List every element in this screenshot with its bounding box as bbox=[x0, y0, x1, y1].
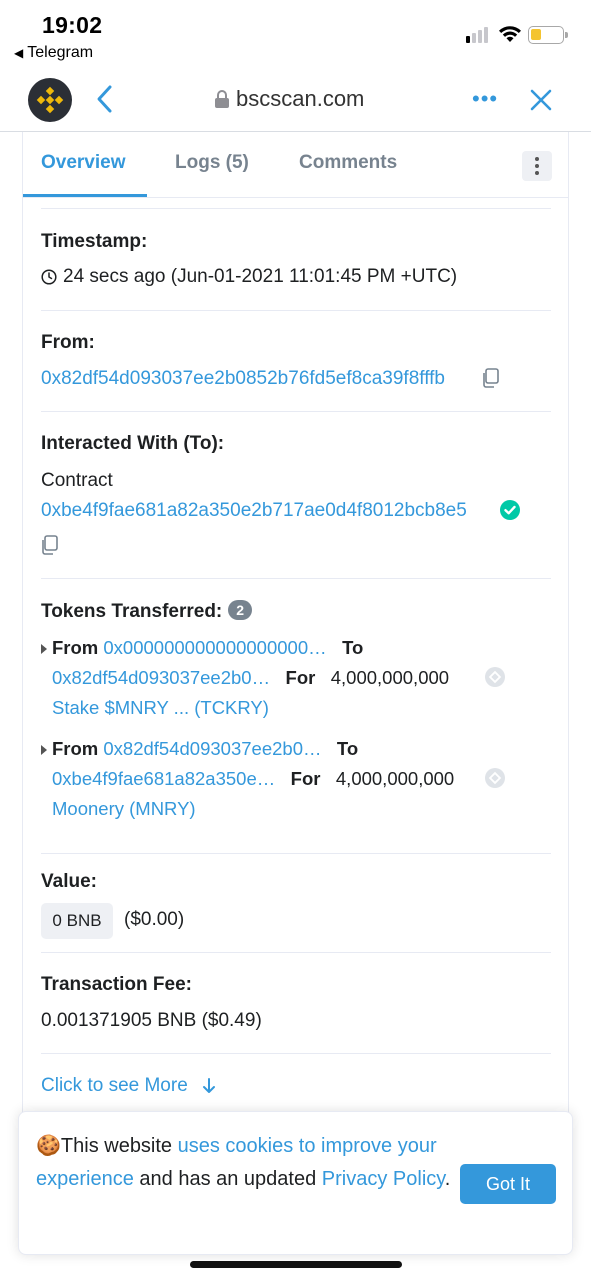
see-more-label: Click to see More bbox=[41, 1075, 188, 1096]
url-text: bscscan.com bbox=[236, 86, 365, 111]
copy-icon[interactable] bbox=[480, 367, 502, 389]
back-triangle-icon: ◀ bbox=[14, 46, 24, 60]
transaction-fee-value: 0.001371905 BNB ($0.49) bbox=[41, 1010, 262, 1031]
kebab-menu-icon[interactable] bbox=[522, 151, 552, 181]
browser-bar: bscscan.com ••• bbox=[0, 70, 591, 132]
privacy-policy-link[interactable]: Privacy Policy bbox=[322, 1168, 445, 1190]
wifi-icon bbox=[499, 26, 521, 42]
arrow-down-icon bbox=[202, 1078, 215, 1093]
transfer-1-amount: 4,000,000,000 bbox=[330, 667, 450, 688]
transfer-1-to-link[interactable]: 0x82df54d093037ee2b0… bbox=[52, 667, 270, 688]
transfer-1-from-link[interactable]: 0x000000000000000000… bbox=[103, 637, 326, 658]
to-address-link[interactable]: 0xbe4f9fae681a82a350e2b717ae0d4f8012bcb8… bbox=[41, 500, 467, 522]
active-tab-indicator bbox=[23, 194, 147, 197]
status-time: 19:02 bbox=[42, 12, 103, 38]
transaction-details-card: Overview Logs (5) Comments Timestamp: 24… bbox=[22, 132, 569, 1132]
transfer-1-from-row: From 0x000000000000000000… To bbox=[52, 637, 363, 659]
tokens-transferred-label: Tokens Transferred: 2 bbox=[41, 600, 253, 623]
transfer-2-token-link[interactable]: Moonery (MNRY) bbox=[52, 798, 196, 820]
back-app-label: Telegram bbox=[27, 44, 94, 61]
divider bbox=[41, 1053, 551, 1054]
copy-icon[interactable] bbox=[39, 534, 61, 556]
cellular-signal-icon bbox=[466, 27, 488, 43]
timestamp-row: 24 secs ago (Jun-01-2021 11:01:45 PM +UT… bbox=[41, 266, 457, 288]
divider bbox=[41, 411, 551, 412]
cookie-text: 🍪This website uses cookies to improve yo… bbox=[36, 1130, 456, 1196]
transfer-1-to-row: 0x82df54d093037ee2b0… For 4,000,000,000 bbox=[52, 667, 449, 689]
divider bbox=[41, 578, 551, 579]
timestamp-value: 24 secs ago (Jun-01-2021 11:01:45 PM +UT… bbox=[63, 266, 458, 287]
back-chevron-icon[interactable] bbox=[92, 84, 118, 114]
to-word: To bbox=[336, 738, 359, 759]
to-word: To bbox=[342, 637, 364, 658]
tab-bar: Overview Logs (5) Comments bbox=[23, 132, 568, 198]
transfer-2-to-row: 0xbe4f9fae681a82a350e… For 4,000,000,000 bbox=[52, 768, 454, 790]
cookie-icon: 🍪 bbox=[36, 1135, 61, 1157]
tab-logs[interactable]: Logs (5) bbox=[175, 152, 249, 174]
transfer-1-token-link[interactable]: Stake $MNRY ... (TCKRY) bbox=[52, 697, 269, 719]
value-label: Value: bbox=[41, 871, 97, 892]
from-word: From bbox=[52, 738, 99, 759]
tokens-count-badge: 2 bbox=[228, 600, 253, 620]
contract-prefix: Contract bbox=[41, 470, 113, 491]
divider bbox=[41, 952, 551, 953]
cookie-text-part: This website bbox=[60, 1135, 178, 1157]
close-icon[interactable] bbox=[528, 87, 554, 113]
token-icon bbox=[485, 768, 505, 788]
cookie-text-part: and has an updated bbox=[133, 1168, 322, 1190]
lock-icon bbox=[215, 90, 229, 108]
tokens-transferred-title: Tokens Transferred: bbox=[41, 601, 223, 622]
cookie-banner: 🍪This website uses cookies to improve yo… bbox=[18, 1111, 573, 1255]
divider bbox=[41, 208, 551, 209]
address-bar[interactable]: bscscan.com bbox=[214, 86, 364, 112]
transfer-2-amount: 4,000,000,000 bbox=[335, 768, 455, 789]
from-word: From bbox=[52, 637, 99, 658]
token-icon bbox=[485, 667, 505, 687]
verified-check-icon bbox=[500, 500, 520, 520]
status-bar: 19:02 ◀ Telegram bbox=[0, 0, 591, 70]
expand-caret-icon[interactable] bbox=[41, 745, 47, 755]
tab-overview[interactable]: Overview bbox=[41, 152, 126, 174]
timestamp-label: Timestamp: bbox=[41, 231, 148, 252]
from-address-link[interactable]: 0x82df54d093037ee2b0852b76fd5ef8ca39f8ff… bbox=[41, 368, 445, 390]
tab-comments[interactable]: Comments bbox=[299, 152, 397, 174]
for-word: For bbox=[290, 768, 321, 789]
interacted-with-label: Interacted With (To): bbox=[41, 433, 225, 454]
got-it-button[interactable]: Got It bbox=[460, 1164, 556, 1204]
value-usd: ($0.00) bbox=[124, 909, 185, 930]
divider bbox=[41, 310, 551, 311]
transfer-2-from-link[interactable]: 0x82df54d093037ee2b0… bbox=[103, 738, 321, 759]
back-to-app-link[interactable]: ◀ Telegram bbox=[14, 44, 93, 62]
clock-icon bbox=[41, 269, 57, 285]
binance-logo-icon[interactable] bbox=[28, 78, 72, 122]
divider bbox=[41, 853, 551, 854]
cookie-text-part: . bbox=[444, 1168, 451, 1190]
value-bnb-pill: 0 BNB bbox=[41, 903, 113, 939]
from-label: From: bbox=[41, 332, 95, 353]
click-to-see-more-link[interactable]: Click to see More bbox=[41, 1075, 216, 1097]
expand-caret-icon[interactable] bbox=[41, 644, 47, 654]
home-indicator[interactable] bbox=[190, 1261, 402, 1268]
battery-icon bbox=[528, 26, 568, 44]
for-word: For bbox=[285, 667, 316, 688]
transfer-2-from-row: From 0x82df54d093037ee2b0… To bbox=[52, 738, 358, 760]
transfer-2-to-link[interactable]: 0xbe4f9fae681a82a350e… bbox=[52, 768, 275, 789]
transaction-fee-label: Transaction Fee: bbox=[41, 974, 192, 995]
more-options-icon[interactable]: ••• bbox=[472, 86, 498, 112]
